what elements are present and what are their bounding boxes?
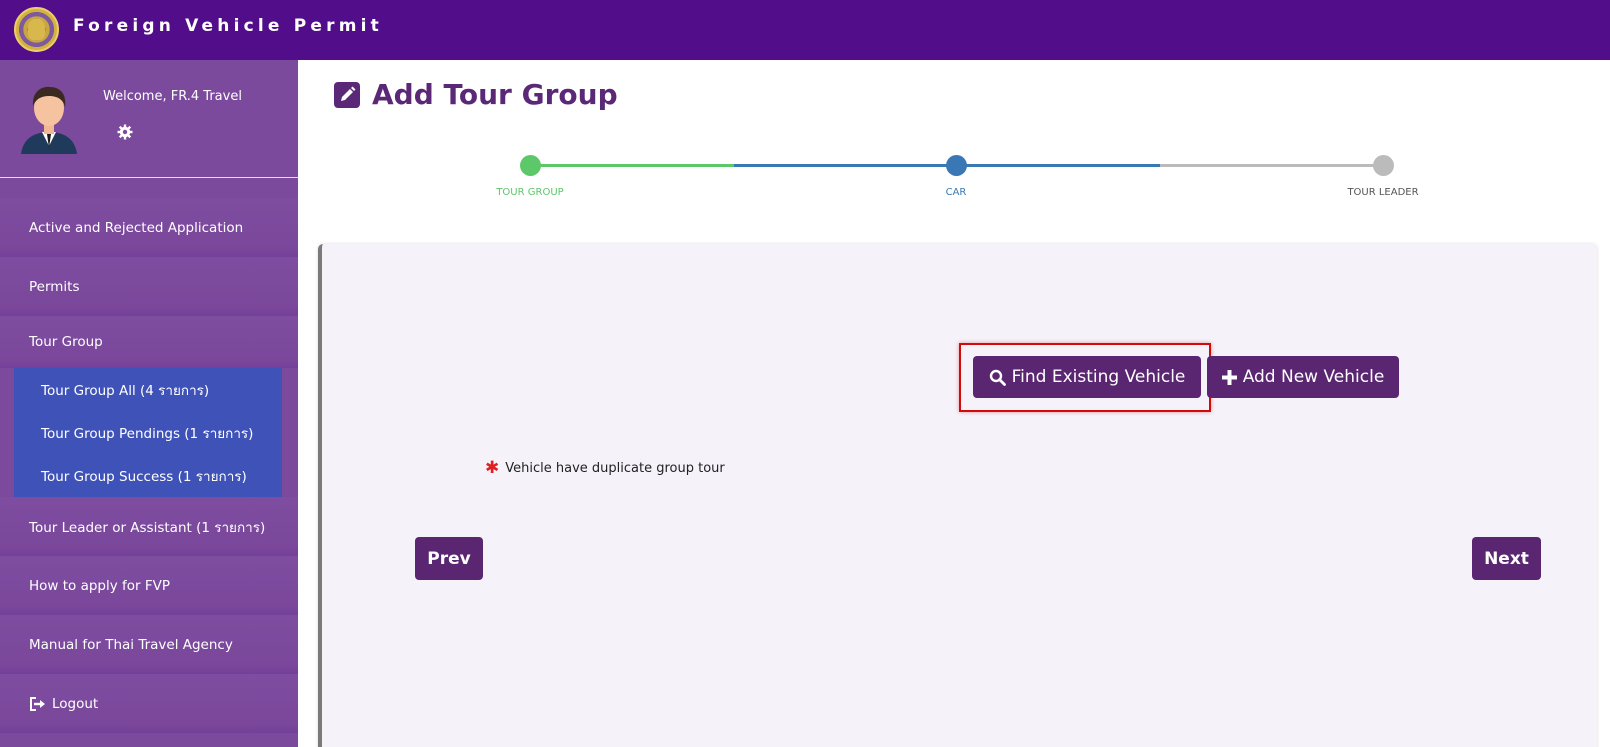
user-profile: Welcome, FR.4 Travel [0, 60, 298, 178]
sidebar-item-how-to-apply[interactable]: How to apply for FVP [0, 556, 298, 615]
prev-button[interactable]: Prev [415, 537, 483, 580]
step-line-done [530, 164, 734, 167]
sidebar-subitem-label: Tour Group All (4 รายการ) [41, 382, 210, 399]
plus-icon [1221, 369, 1237, 385]
progress-stepper: TOUR GROUP CAR TOUR LEADER [490, 150, 1430, 210]
sidebar-item-label: Permits [29, 278, 80, 295]
sidebar-subitem-tour-group-all[interactable]: Tour Group All (4 รายการ) [14, 368, 282, 411]
search-icon [989, 369, 1006, 386]
top-bar: Foreign Vehicle Permit [0, 0, 1610, 60]
gear-icon[interactable] [117, 124, 133, 140]
duplicate-note: ✱ Vehicle have duplicate group tour [485, 458, 725, 478]
step-dot-tour-group [520, 155, 541, 176]
form-card [318, 244, 1597, 747]
step-dot-tour-leader [1373, 155, 1394, 176]
sidebar-subitem-tour-group-pendings[interactable]: Tour Group Pendings (1 รายการ) [14, 411, 282, 454]
step-label-tour-group: TOUR GROUP [496, 187, 564, 198]
find-existing-vehicle-label: Find Existing Vehicle [1011, 367, 1186, 387]
sidebar-item-label: Tour Leader or Assistant (1 รายการ) [29, 519, 266, 536]
sidebar-nav: Active and Rejected Application Permits … [0, 198, 298, 733]
sidebar-item-label: Logout [52, 695, 99, 712]
next-button[interactable]: Next [1472, 537, 1541, 580]
step-label-car: CAR [945, 187, 967, 198]
step-label-tour-leader: TOUR LEADER [1347, 187, 1419, 198]
add-new-vehicle-button[interactable]: Add New Vehicle [1207, 356, 1399, 398]
sidebar-item-label: How to apply for FVP [29, 577, 171, 594]
emblem-logo [14, 7, 59, 52]
avatar [17, 82, 81, 154]
find-existing-vehicle-button[interactable]: Find Existing Vehicle [973, 356, 1201, 398]
sidebar-item-logout[interactable]: Logout [0, 674, 298, 733]
sidebar-item-label: Manual for Thai Travel Agency [29, 636, 233, 653]
sidebar: Welcome, FR.4 Travel Active and Rejected… [0, 60, 298, 747]
page-title: Add Tour Group [372, 78, 618, 111]
duplicate-note-text: Vehicle have duplicate group tour [505, 461, 725, 476]
sidebar-item-tour-group[interactable]: Tour Group [0, 316, 298, 368]
add-new-vehicle-label: Add New Vehicle [1242, 367, 1385, 387]
sidebar-item-permits[interactable]: Permits [0, 257, 298, 316]
step-dot-car [946, 155, 967, 176]
sidebar-item-label: Active and Rejected Application [29, 219, 244, 236]
logout-icon [30, 696, 45, 711]
app-title: Foreign Vehicle Permit [73, 16, 384, 36]
sidebar-item-label: Tour Group [29, 334, 103, 350]
page-header: Add Tour Group [334, 78, 618, 111]
welcome-text: Welcome, FR.4 Travel [103, 89, 242, 104]
sidebar-subitem-label: Tour Group Success (1 รายการ) [41, 468, 247, 485]
sidebar-item-tour-leader[interactable]: Tour Leader or Assistant (1 รายการ) [0, 497, 298, 556]
edit-icon [334, 81, 360, 108]
sidebar-subitem-tour-group-success[interactable]: Tour Group Success (1 รายการ) [14, 454, 282, 497]
tour-group-submenu: Tour Group All (4 รายการ) Tour Group Pen… [14, 368, 282, 497]
step-line-pending [1160, 164, 1382, 167]
sidebar-item-manual[interactable]: Manual for Thai Travel Agency [0, 615, 298, 674]
sidebar-subitem-label: Tour Group Pendings (1 รายการ) [41, 425, 254, 442]
asterisk-icon: ✱ [485, 458, 500, 478]
sidebar-item-active-rejected[interactable]: Active and Rejected Application [0, 198, 298, 257]
